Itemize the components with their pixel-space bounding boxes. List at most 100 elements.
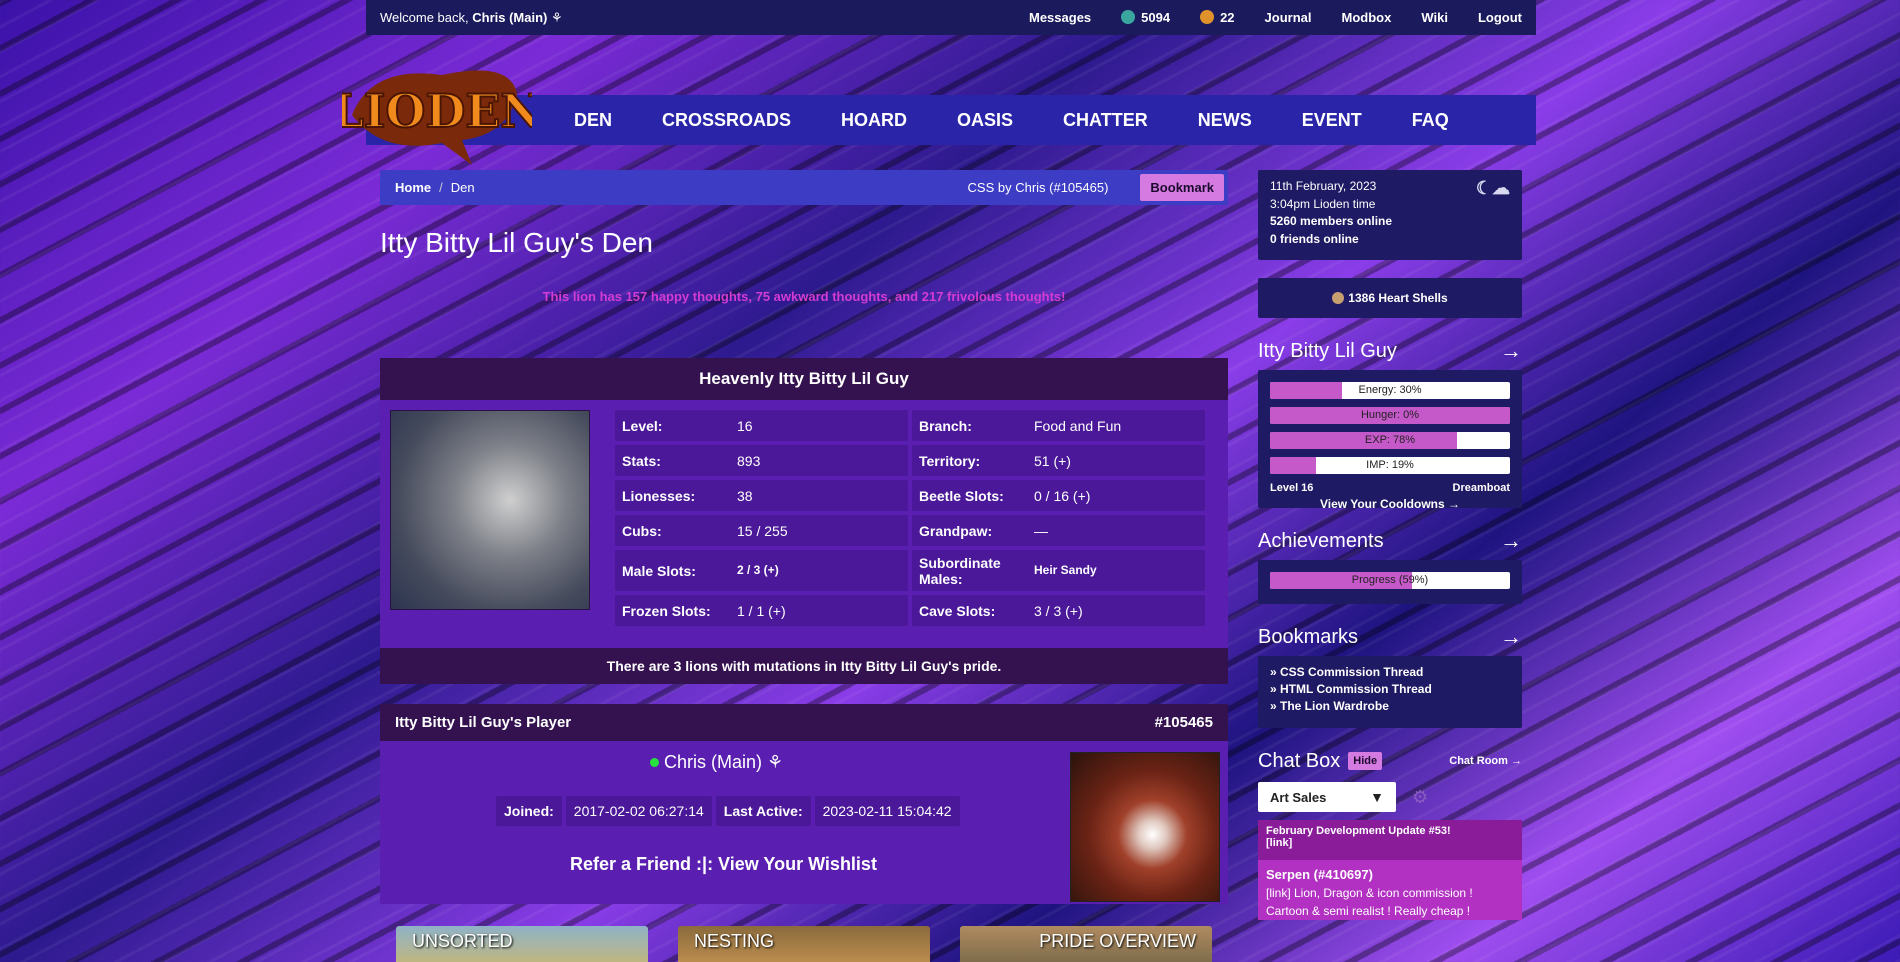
- bookmark-link[interactable]: » The Lion Wardrobe: [1270, 698, 1510, 715]
- beetle-icon: [1121, 10, 1136, 24]
- joined-date: 2017-02-02 06:27:14: [565, 796, 712, 826]
- arrow-right-icon[interactable]: →: [1500, 624, 1522, 650]
- arrow-right-icon[interactable]: →: [1500, 528, 1522, 554]
- tab-unsorted[interactable]: UNSORTED: [396, 926, 648, 962]
- lioden-date: 11th February, 2023: [1270, 179, 1377, 193]
- bookmark-button[interactable]: Bookmark: [1140, 174, 1224, 201]
- breadcrumb-home[interactable]: Home: [395, 180, 431, 195]
- status-bar: IMP: 19%: [1270, 457, 1510, 474]
- members-online[interactable]: 5260 members online: [1270, 213, 1510, 231]
- player-dates: Joined: 2017-02-02 06:27:14 Last Active:…: [496, 796, 960, 826]
- player-heading: Itty Bitty Lil Guy's Player: [395, 714, 572, 731]
- last-active-date: 2023-02-11 15:04:42: [814, 796, 960, 826]
- player-name[interactable]: Chris (Main) ⚘: [650, 752, 783, 773]
- main-column: Home / Den CSS by Chris (#105465) Bookma…: [380, 170, 1228, 904]
- time-box: 11th February, 2023 3:04pm Lioden time 5…: [1258, 170, 1522, 260]
- journal-link[interactable]: Journal: [1265, 10, 1312, 25]
- chat-message-user[interactable]: Serpen (#410697): [1266, 866, 1514, 884]
- achievement-progress-bar: Progress (59%): [1270, 572, 1510, 589]
- chat-box-header: Chat Box Hide Chat Room →: [1258, 746, 1522, 776]
- stat-level: Level: 16: [615, 410, 908, 441]
- status-bar: EXP: 78%: [1270, 432, 1510, 449]
- nav-event[interactable]: EVENT: [1302, 110, 1362, 131]
- stat-cubs: Cubs: 15 / 255: [615, 515, 908, 546]
- logo-text: LIODEN: [342, 84, 532, 138]
- bookmark-link[interactable]: » HTML Commission Thread: [1270, 681, 1510, 698]
- lioden-logo[interactable]: LIODEN: [331, 55, 543, 173]
- stat-stats: Stats: 893: [615, 445, 908, 476]
- lion-stats-grid: Level: 16 Branch: Food and Fun Stats: 893 Terr…: [615, 410, 1205, 626]
- lion-status-box: Energy: 30% Hunger: 0% EXP: 78% IMP: 19% Le…: [1258, 370, 1522, 511]
- chat-select-row: Art Sales ▼ ⚙: [1258, 782, 1522, 812]
- level-text: Level 16: [1270, 482, 1314, 494]
- stat-subordinate-males: Subordinate Males: Heir Sandy: [912, 550, 1205, 591]
- dropdown-arrow-icon: ▼: [1370, 789, 1384, 805]
- nav-faq[interactable]: FAQ: [1412, 110, 1449, 131]
- nav-chatter[interactable]: CHATTER: [1063, 110, 1148, 131]
- stat-territory: Territory: 51 (+): [912, 445, 1205, 476]
- modbox-link[interactable]: Modbox: [1342, 10, 1392, 25]
- main-nav-bar: DEN CROSSROADS HOARD OASIS CHATTER NEWS EVENT F…: [366, 95, 1536, 145]
- den-tabs: UNSORTED NESTING PRIDE OVERVIEW: [396, 926, 1212, 962]
- main-nav: DEN CROSSROADS HOARD OASIS CHATTER NEWS EVENT F…: [574, 110, 1449, 131]
- mutation-notice[interactable]: There are 3 lions with mutations in Itty…: [380, 648, 1228, 684]
- badge-icon: ⚘: [551, 9, 563, 25]
- chat-channel-select[interactable]: Art Sales ▼: [1258, 782, 1396, 812]
- thoughts-text: This lion has 157 happy thoughts, 75 awk…: [542, 289, 1066, 304]
- chat-announcement[interactable]: February Development Update #53! [link]: [1258, 820, 1522, 860]
- chat-room-link[interactable]: Chat Room →: [1449, 755, 1522, 767]
- gift-icon: [1200, 10, 1215, 24]
- player-id[interactable]: #105465: [1155, 714, 1213, 731]
- bookmarks-header[interactable]: Bookmarks →: [1258, 622, 1522, 652]
- tab-nesting[interactable]: NESTING: [678, 926, 930, 962]
- nav-oasis[interactable]: OASIS: [957, 110, 1013, 131]
- friends-online[interactable]: 0 friends online: [1270, 231, 1510, 249]
- stat-lionesses: Lionesses: 38: [615, 480, 908, 511]
- refer-wishlist-links[interactable]: Refer a Friend :|: View Your Wishlist: [570, 854, 877, 875]
- bookmark-link[interactable]: » CSS Commission Thread: [1270, 664, 1510, 681]
- stat-grandpaw: Grandpaw: —: [912, 515, 1205, 546]
- chat-box-title: Chat Box: [1258, 749, 1341, 772]
- lioden-time: 3:04pm Lioden time: [1270, 196, 1376, 211]
- chat-message: Serpen (#410697) [link] Lion, Dragon & i…: [1258, 860, 1522, 920]
- breadcrumb: Home / Den CSS by Chris (#105465) Bookma…: [380, 170, 1228, 205]
- logout-link[interactable]: Logout: [1478, 10, 1522, 25]
- page-title: Itty Bitty Lil Guy's Den: [380, 227, 653, 258]
- sidebar-lion-header[interactable]: Itty Bitty Lil Guy →: [1258, 336, 1522, 366]
- nav-den[interactable]: DEN: [574, 110, 612, 131]
- nav-hoard[interactable]: HOARD: [841, 110, 907, 131]
- css-credit[interactable]: CSS by Chris (#105465): [968, 180, 1109, 195]
- stat-beetle-slots: Beetle Slots: 0 / 16 (+): [912, 480, 1205, 511]
- beetles-counter[interactable]: 5094: [1121, 10, 1170, 25]
- achievements-header[interactable]: Achievements →: [1258, 526, 1522, 556]
- lion-portrait[interactable]: [390, 410, 590, 610]
- stat-branch: Branch: Food and Fun: [912, 410, 1205, 441]
- nav-crossroads[interactable]: CROSSROADS: [662, 110, 791, 131]
- player-panel: Itty Bitty Lil Guy's Player #105465 Chri…: [380, 704, 1228, 904]
- stat-frozen-slots: Frozen Slots: 1 / 1 (+): [615, 595, 908, 626]
- arrow-right-icon[interactable]: →: [1500, 338, 1522, 364]
- top-bar: Welcome back, Chris (Main) ⚘ Messages 50…: [366, 0, 1536, 35]
- heart-shells[interactable]: 1386 Heart Shells: [1258, 278, 1522, 318]
- hide-chat-button[interactable]: Hide: [1348, 752, 1383, 770]
- stat-male-slots: Male Slots: 2 / 3 (+): [615, 550, 908, 591]
- lion-panel: Heavenly Itty Bitty Lil Guy Level: 16 Bran…: [380, 358, 1228, 684]
- badge-icon: ⚘: [767, 752, 784, 772]
- breadcrumb-current: Den: [450, 180, 475, 195]
- achievements-box: Progress (59%): [1258, 560, 1522, 604]
- rank-text: Dreamboat: [1452, 482, 1510, 494]
- messages-link[interactable]: Messages: [1029, 10, 1091, 25]
- nav-news[interactable]: NEWS: [1198, 110, 1252, 131]
- gear-icon[interactable]: ⚙: [1412, 787, 1428, 808]
- gifts-counter[interactable]: 22: [1200, 10, 1235, 25]
- status-bar: Energy: 30%: [1270, 382, 1510, 399]
- username-link[interactable]: Chris (Main): [472, 10, 547, 25]
- status-bar: Hunger: 0%: [1270, 407, 1510, 424]
- moon-weather-icon: ☾☁: [1475, 178, 1510, 198]
- cooldowns-link[interactable]: View Your Cooldowns →: [1270, 497, 1510, 511]
- player-avatar[interactable]: [1070, 752, 1220, 902]
- tab-pride-overview[interactable]: PRIDE OVERVIEW: [960, 926, 1212, 962]
- stat-cave-slots: Cave Slots: 3 / 3 (+): [912, 595, 1205, 626]
- heart-shell-icon: [1332, 292, 1345, 304]
- wiki-link[interactable]: Wiki: [1421, 10, 1448, 25]
